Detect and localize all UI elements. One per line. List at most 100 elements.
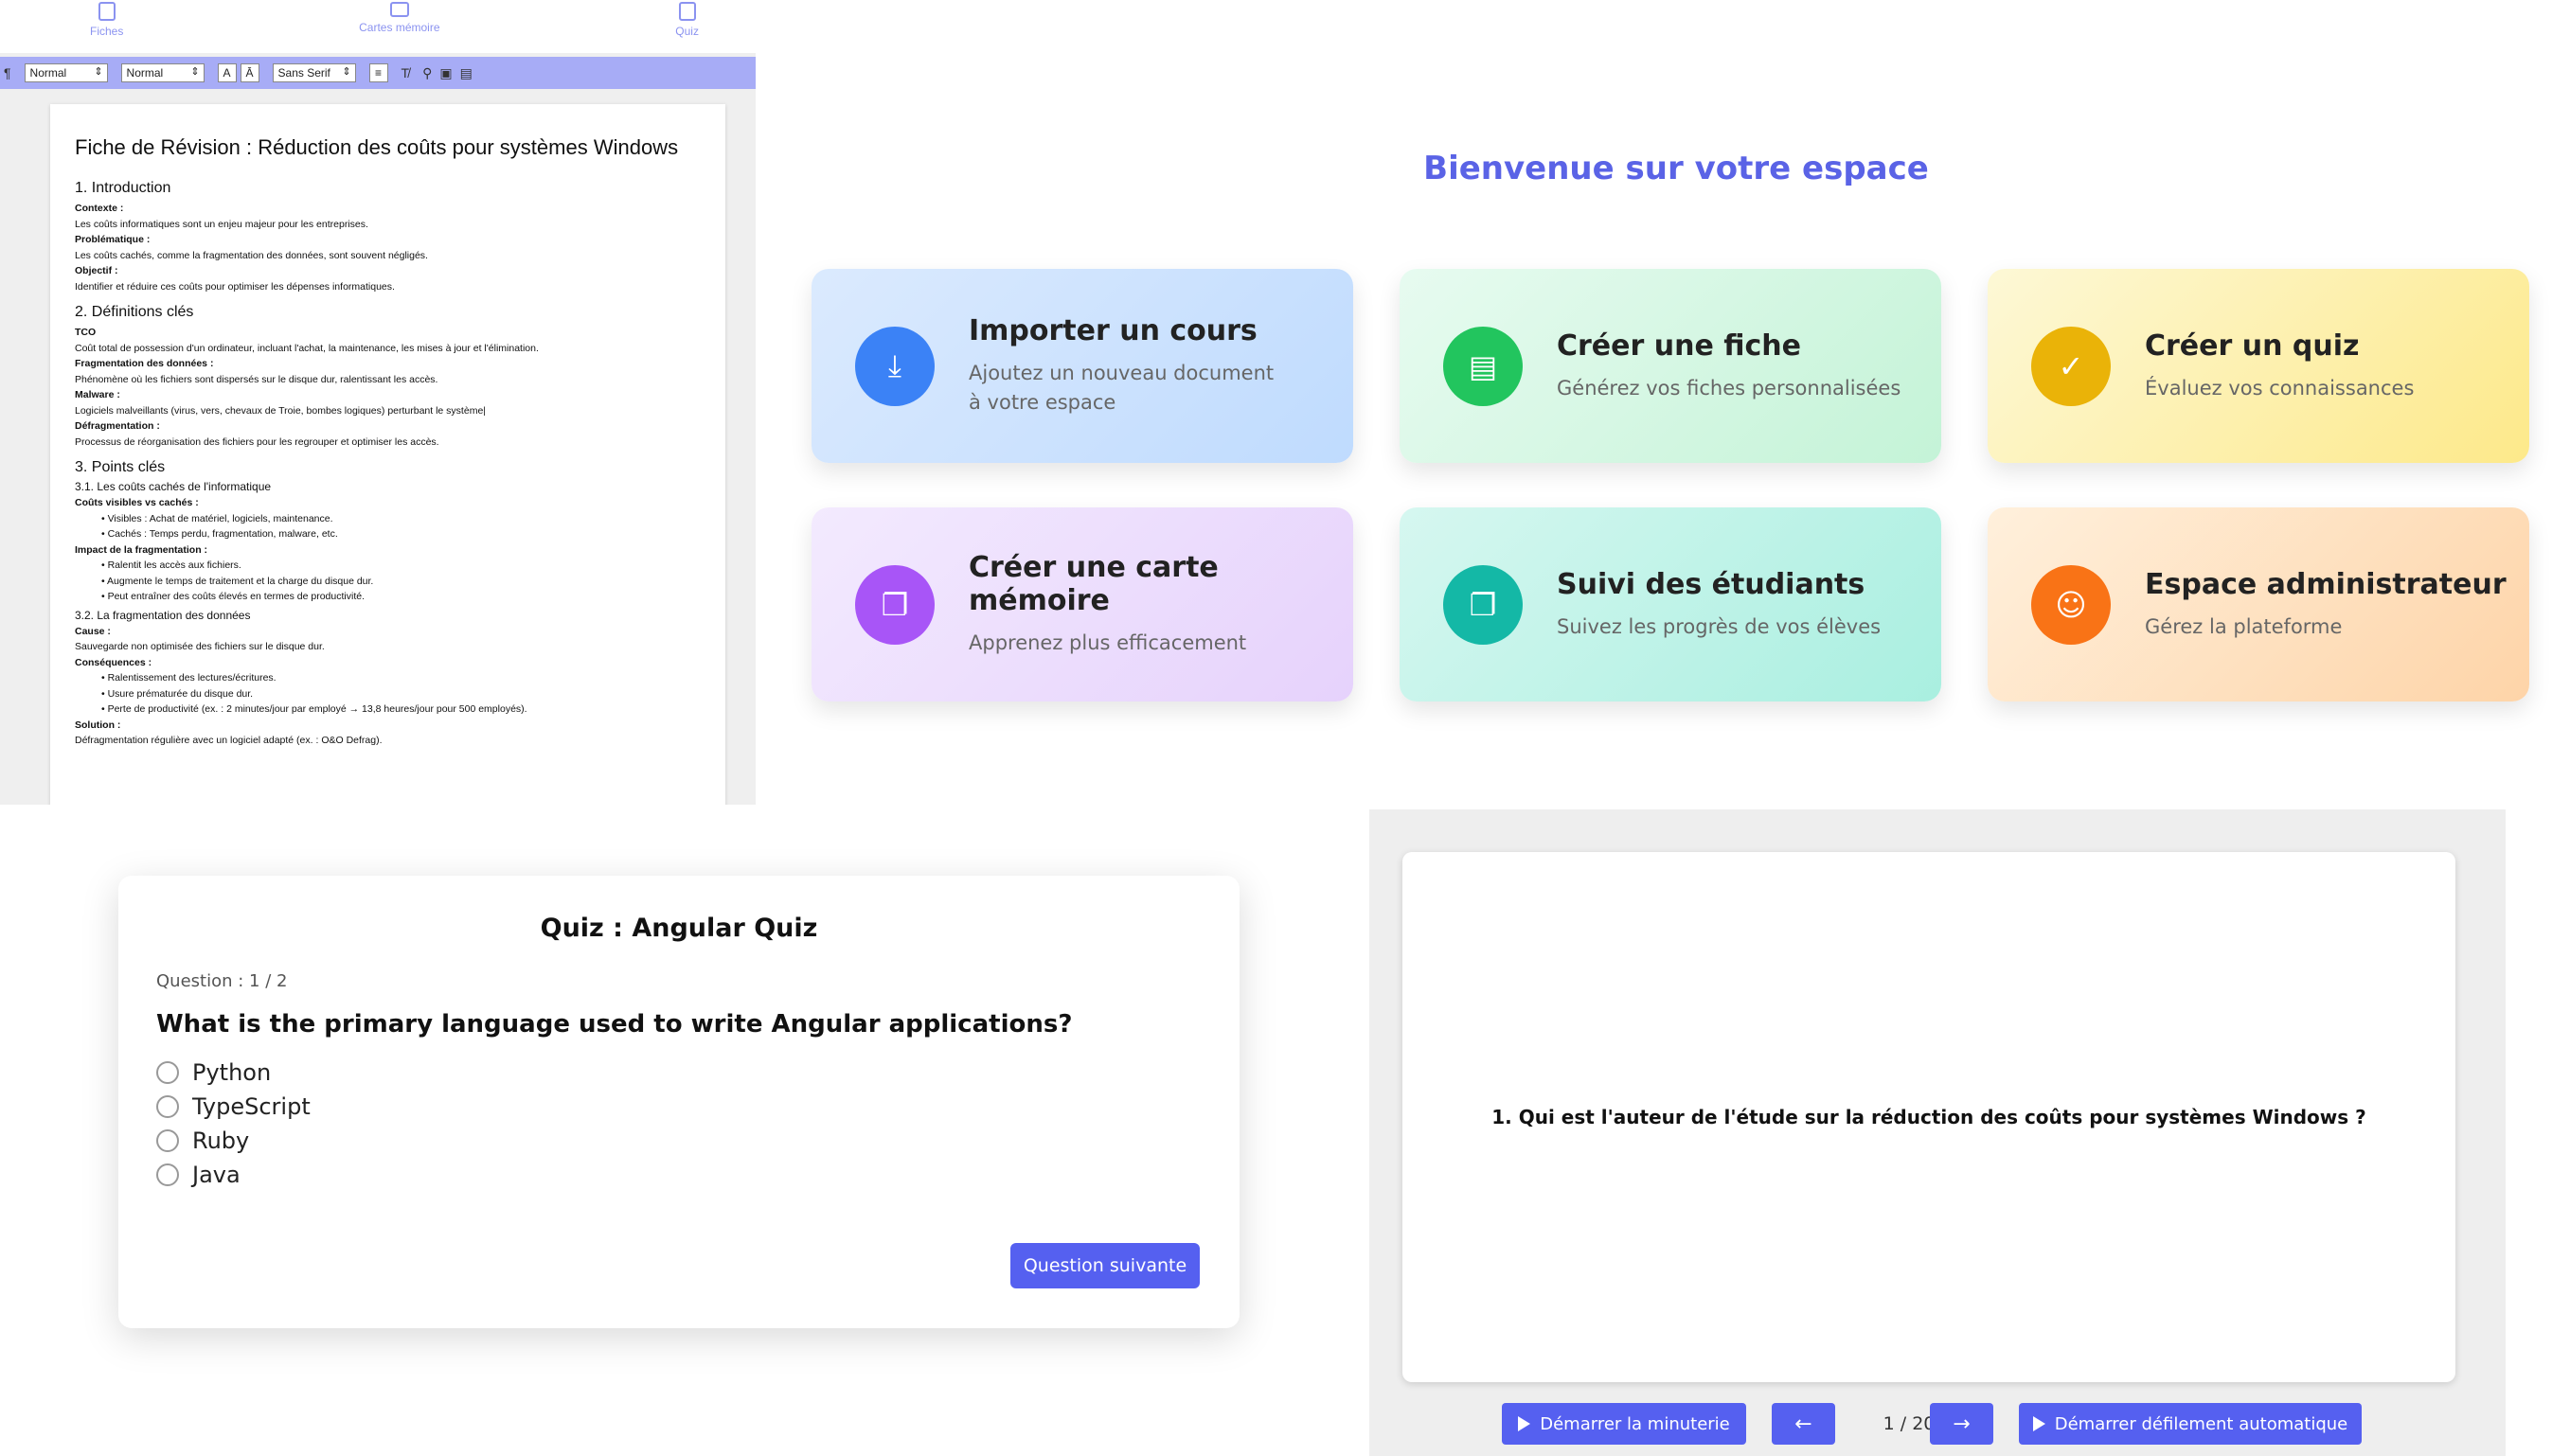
doc-line: Sauvegarde non optimisée des fichiers su… [75, 641, 325, 652]
card-desc: Générez vos fiches personnalisées [1557, 376, 1901, 400]
doc-section-heading: 3. Points clés [75, 459, 166, 475]
next-question-button[interactable]: Question suivante [1010, 1243, 1200, 1288]
option-ruby[interactable]: Ruby [156, 1124, 1202, 1158]
doc-line: Les coûts informatiques sont un enjeu ma… [75, 218, 368, 230]
doc-line: • Cachés : Temps perdu, fragmentation, m… [101, 528, 338, 540]
doc-line: Problématique : [75, 234, 151, 245]
font-select[interactable]: Sans Serif [272, 63, 356, 82]
doc-line: Fragmentation des données : [75, 358, 214, 369]
doc-line: • Usure prématurée du disque dur. [101, 687, 254, 700]
option-java[interactable]: Java [156, 1158, 1202, 1192]
quiz-card: Quiz : Angular Quiz Question : 1 / 2 Wha… [118, 876, 1240, 1328]
card-title: Créer une carte mémoire [969, 551, 1219, 617]
nav-cartes-label: Cartes mémoire [359, 21, 440, 34]
question-text: What is the primary language used to wri… [156, 1010, 1073, 1039]
doc-line: • Perte de productivité (ex. : 2 minutes… [101, 703, 527, 715]
doc-title: Fiche de Révision : Réduction des coûts … [75, 135, 679, 159]
list-icon [678, 2, 696, 21]
top-nav: Fiches Cartes mémoire Quiz [0, 0, 756, 53]
card-create-quiz[interactable]: ✓ Créer un quiz Évaluez vos connaissance… [1988, 269, 2529, 463]
next-card-button[interactable]: → [1930, 1403, 1993, 1445]
play-icon [1518, 1416, 1531, 1431]
flashcard-question: 1. Qui est l'auteur de l'étude sur la ré… [1491, 1106, 2366, 1128]
doc-section-heading: 1. Introduction [75, 180, 171, 196]
cards-icon: ❐ [1443, 564, 1523, 645]
start-autoscroll-button[interactable]: Démarrer défilement automatique [2019, 1403, 2362, 1445]
card-desc: Suivez les progrès de vos élèves [1557, 614, 1882, 638]
flashcard[interactable]: 1. Qui est l'auteur de l'étude sur la ré… [1402, 852, 2455, 1382]
doc-line: • Visibles : Achat de matériel, logiciel… [101, 512, 333, 524]
editor-panel: Fiches Cartes mémoire Quiz ¶ Normal Norm… [0, 0, 756, 805]
card-create-sheet[interactable]: ▤ Créer une fiche Générez vos fiches per… [1400, 269, 1941, 463]
size-select[interactable]: Normal [120, 63, 205, 82]
welcome-title: Bienvenue sur votre espace [1423, 150, 1929, 187]
text-color-icon[interactable]: A [217, 63, 237, 82]
doc-line: Objectif : [75, 265, 118, 276]
align-icon[interactable]: ≡ [368, 63, 388, 82]
quiz-title: Quiz : Angular Quiz [540, 914, 818, 943]
radio-button[interactable] [156, 1129, 179, 1152]
doc-line: Défragmentation régulière avec un logici… [75, 735, 383, 746]
link-icon[interactable]: ⚲ [422, 65, 432, 81]
start-timer-label: Démarrer la minuterie [1540, 1413, 1730, 1434]
download-icon: ⤓ [855, 326, 935, 406]
card-desc: Ajoutez un nouveau document à votre espa… [969, 362, 1275, 414]
cards-icon: ❐ [855, 564, 935, 645]
doc-subsection-heading: 3.2. La fragmentation des données [75, 608, 251, 622]
doc-section-body: TCO Coût total de possession d'un ordinat… [75, 325, 701, 450]
doc-section-body: Contexte : Les coûts informatiques sont u… [75, 201, 701, 294]
doc-line: Phénomène où les fichiers sont dispersés… [75, 373, 438, 385]
doc-subsection-heading: 3.1. Les coûts cachés de l'informatique [75, 480, 272, 493]
radio-button[interactable] [156, 1095, 179, 1118]
card-create-flashcard[interactable]: ❐ Créer une carte mémoire Apprenez plus … [812, 507, 1353, 701]
doc-line: Logiciels malveillants (virus, vers, che… [75, 404, 487, 417]
card-desc: Évaluez vos connaissances [2145, 376, 2415, 400]
card-student-tracking[interactable]: ❐ Suivi des étudiants Suivez les progrès… [1400, 507, 1941, 701]
prev-card-button[interactable]: ← [1772, 1403, 1835, 1445]
nav-fiches[interactable]: Fiches [90, 2, 123, 53]
play-icon [2032, 1416, 2045, 1431]
doc-line: Conséquences : [75, 656, 152, 668]
nav-cartes[interactable]: Cartes mémoire [359, 2, 440, 53]
start-timer-button[interactable]: Démarrer la minuterie [1502, 1403, 1746, 1445]
card-desc: Apprenez plus efficacement [969, 631, 1247, 654]
flashcard-panel: 1. Qui est l'auteur de l'étude sur la ré… [1369, 809, 2506, 1456]
doc-line: Défragmentation : [75, 420, 160, 432]
doc-line: Cause : [75, 625, 111, 637]
clear-format-icon[interactable]: T̸ [402, 65, 410, 80]
question-counter: Question : 1 / 2 [156, 971, 288, 991]
document-page[interactable]: Fiche de Révision : Réduction des coûts … [50, 104, 725, 805]
card-admin-space[interactable]: ☺ Espace administrateur Gérez la platefo… [1988, 507, 2529, 701]
card-title: Créer une fiche [1557, 328, 1801, 363]
doc-section-heading: 2. Définitions clés [75, 304, 194, 320]
doc-line: • Peut entraîner des coûts élevés en ter… [101, 591, 365, 602]
doc-line: Identifier et réduire ces coûts pour opt… [75, 280, 395, 293]
nav-quiz[interactable]: Quiz [675, 2, 699, 53]
card-import-course[interactable]: ⤓ Importer un cours Ajoutez un nouveau d… [812, 269, 1353, 463]
doc-line: • Augmente le temps de traitement et la … [101, 575, 374, 587]
image-icon[interactable]: ▣ [439, 65, 452, 81]
option-typescript[interactable]: TypeScript [156, 1090, 1202, 1124]
radio-button[interactable] [156, 1061, 179, 1084]
cards-icon [389, 2, 409, 17]
user-icon: ☺ [2031, 564, 2111, 645]
doc-line: Coût total de possession d'un ordinateur… [75, 342, 539, 354]
card-title: Suivi des étudiants [1557, 567, 1865, 601]
background-color-icon[interactable]: Ā [240, 63, 259, 82]
doc-line: Contexte : [75, 203, 124, 214]
checklist-icon: ✓ [2031, 326, 2111, 406]
card-title: Importer un cours [969, 314, 1258, 347]
doc-line: Les coûts cachés, comme la fragmentation… [75, 249, 428, 261]
flashcard-controls: Démarrer la minuterie ← 1 / 20 → Démarre… [1369, 1403, 2506, 1445]
nav-quiz-label: Quiz [675, 25, 699, 38]
option-python[interactable]: Python [156, 1056, 1202, 1090]
doc-line: Coûts visibles vs cachés : [75, 497, 199, 508]
video-icon[interactable]: ▤ [460, 65, 473, 81]
start-autoscroll-label: Démarrer défilement automatique [2054, 1413, 2348, 1434]
text-direction-icon[interactable]: ¶ [4, 65, 11, 80]
radio-button[interactable] [156, 1163, 179, 1186]
option-label: Python [192, 1059, 272, 1086]
heading-select[interactable]: Normal [24, 63, 108, 82]
doc-section-body: Coûts visibles vs cachés : • Visibles : A… [75, 495, 701, 605]
document-icon [98, 2, 116, 21]
